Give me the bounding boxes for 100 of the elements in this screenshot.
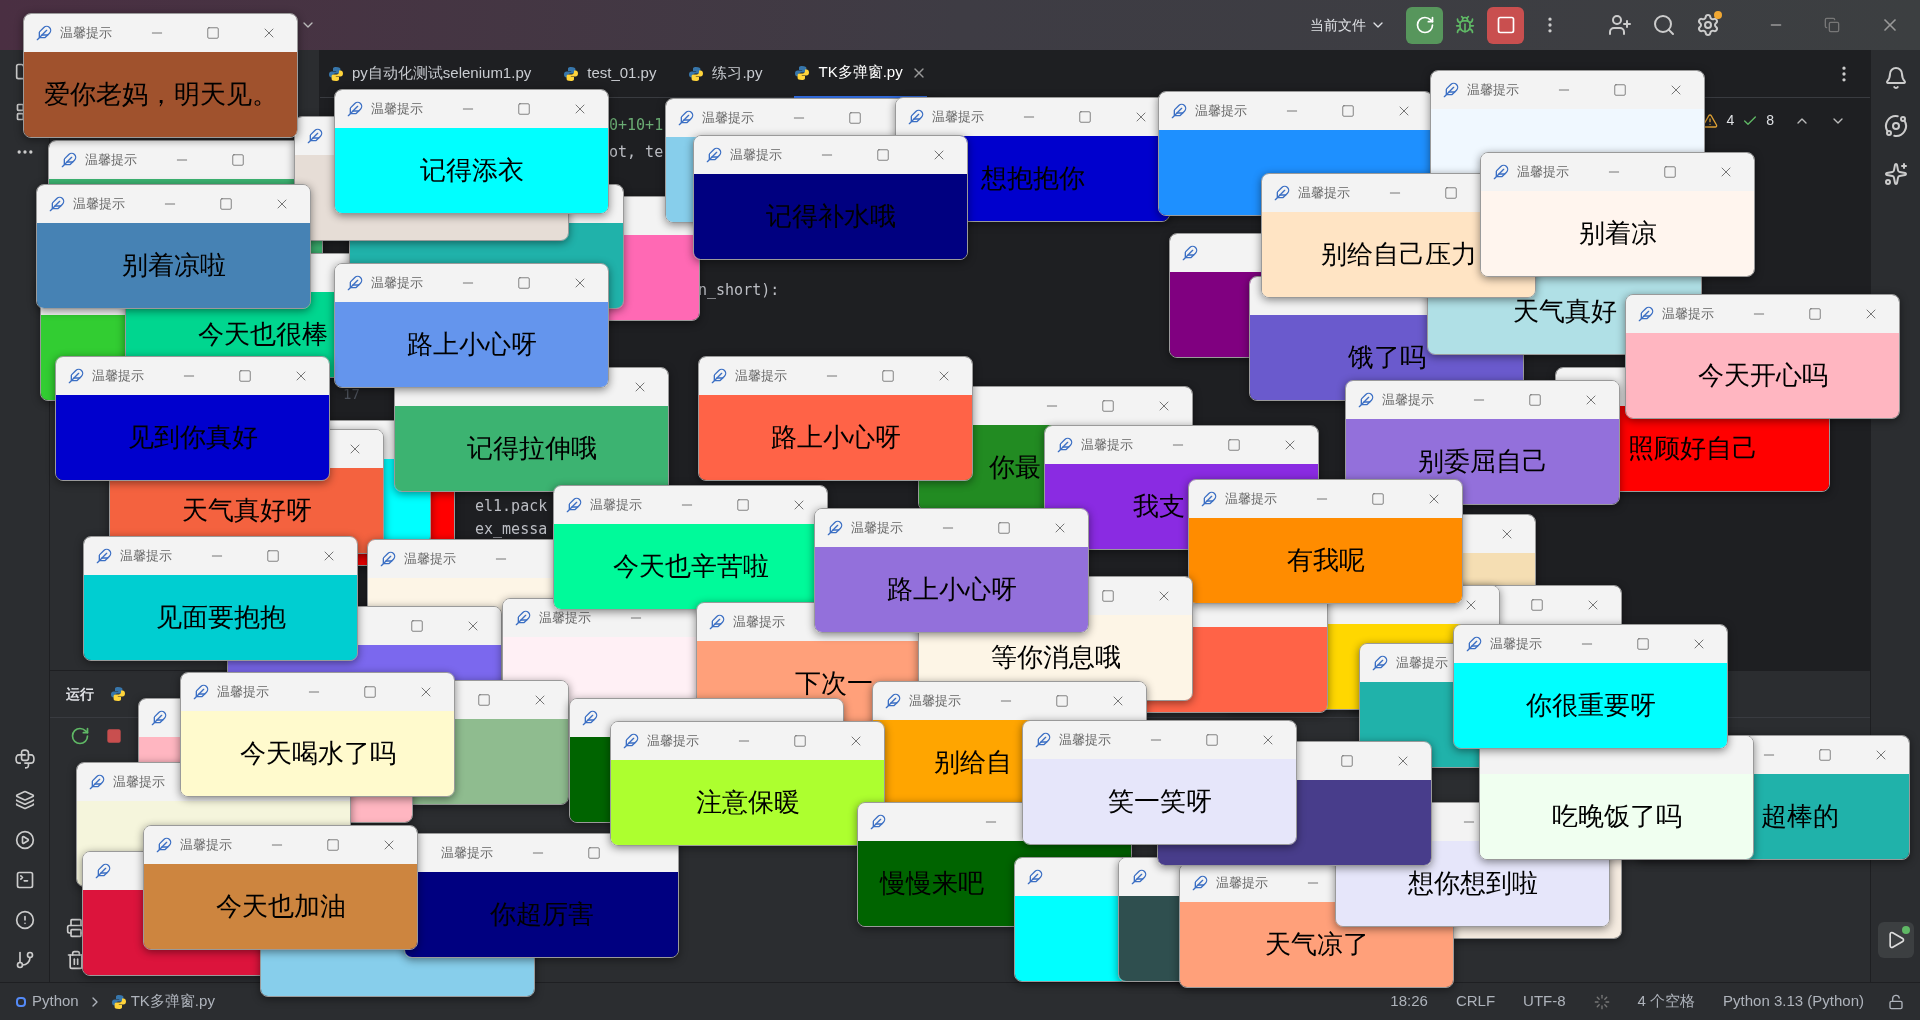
popup-message: 见到你真好 <box>127 422 258 454</box>
maximize-icon[interactable] <box>1340 754 1354 768</box>
add-user-icon[interactable] <box>1608 13 1632 37</box>
popup-message: 记得拉伸哦 <box>466 433 597 465</box>
feather-icon <box>1027 869 1043 885</box>
popup-message: 今天开心吗 <box>1697 360 1828 392</box>
warning-count: 4 <box>1726 111 1735 130</box>
breadcrumb-item[interactable]: Python <box>32 990 79 1013</box>
maximize-icon[interactable] <box>1444 186 1458 200</box>
run-panel-title: 运行 <box>66 684 94 704</box>
maximize-icon[interactable] <box>477 693 491 707</box>
restore-icon[interactable] <box>1824 17 1840 33</box>
layers-icon[interactable] <box>14 790 35 810</box>
feather-icon <box>1358 392 1374 408</box>
window-title: 温馨提示 <box>441 844 493 863</box>
warning-icon[interactable] <box>1702 112 1719 129</box>
status-item[interactable]: UTF-8 <box>1523 990 1566 1013</box>
popup-message: 想抱抱你 <box>980 163 1085 195</box>
run-button[interactable] <box>1406 6 1443 44</box>
maximize-icon[interactable] <box>1227 438 1241 452</box>
feather-icon <box>156 837 172 853</box>
maximize-icon[interactable] <box>876 148 890 162</box>
maximize-icon[interactable] <box>1078 110 1092 124</box>
editor-tab[interactable]: py自动化测试selenium1.py <box>328 49 532 98</box>
maximize-icon[interactable] <box>793 734 807 748</box>
popup-message: 别委屈自己 <box>1417 446 1548 478</box>
feather-icon <box>1131 869 1147 885</box>
maximize-icon[interactable] <box>1613 83 1627 97</box>
maximize-icon[interactable] <box>1528 393 1542 407</box>
code-fragment: ex_messa <box>475 519 548 540</box>
maximize-icon[interactable] <box>1371 492 1385 506</box>
maximize-icon[interactable] <box>326 838 340 852</box>
notifications-icon[interactable] <box>1883 66 1908 90</box>
window-title: 温馨提示 <box>1467 81 1519 100</box>
run-widget-button[interactable] <box>1877 922 1914 958</box>
maximize-icon[interactable] <box>1101 589 1115 603</box>
window-title: 温馨提示 <box>735 367 787 386</box>
maximize-icon[interactable] <box>266 549 280 563</box>
python-console-icon[interactable] <box>13 748 36 770</box>
popup-message: 记得添衣 <box>419 155 524 187</box>
rerun-icon[interactable] <box>70 726 90 746</box>
maximize-icon[interactable] <box>848 111 862 125</box>
editor-tab[interactable]: TK多弹窗.py <box>794 49 927 98</box>
git-branch-icon[interactable] <box>14 950 35 970</box>
maximize-icon[interactable] <box>1101 399 1115 413</box>
window-title: 温馨提示 <box>647 732 699 751</box>
run-icon[interactable] <box>14 830 35 850</box>
code-fragment: el1.pack <box>475 496 548 517</box>
popup-message: 下次一 <box>794 668 873 700</box>
maximize-icon[interactable] <box>1205 733 1219 747</box>
run-config-selector[interactable]: 当前文件 <box>1302 14 1394 36</box>
maximize-icon[interactable] <box>736 498 750 512</box>
maximize-icon[interactable] <box>517 102 531 116</box>
maximize-icon[interactable] <box>881 369 895 383</box>
problems-icon[interactable] <box>14 910 35 930</box>
feather-icon <box>709 614 725 630</box>
maximize-icon[interactable] <box>363 685 377 699</box>
breadcrumb-item[interactable]: TK多弹窗.py <box>130 990 215 1013</box>
maximize-icon[interactable] <box>587 846 601 860</box>
status-item[interactable]: Python 3.13 (Python) <box>1723 990 1864 1013</box>
maximize-icon[interactable] <box>231 153 245 167</box>
maximize-icon[interactable] <box>1636 637 1650 651</box>
popup-message: 你很重要呀 <box>1525 690 1656 722</box>
editor-tab[interactable]: test_01.py <box>563 49 657 98</box>
status-item[interactable]: CRLF <box>1455 990 1496 1013</box>
settings-icon[interactable] <box>1696 13 1720 37</box>
maximize-icon[interactable] <box>410 619 424 633</box>
swirl-icon[interactable] <box>1883 114 1908 138</box>
maximize-icon[interactable] <box>997 521 1011 535</box>
feather-icon <box>151 710 167 726</box>
popup-message: 记得补水哦 <box>765 201 896 233</box>
search-icon[interactable] <box>1652 13 1676 37</box>
unlock-icon[interactable] <box>1888 993 1904 1010</box>
window-title: 温馨提示 <box>1396 654 1448 673</box>
maximize-icon[interactable] <box>1341 104 1355 118</box>
feather-icon <box>1493 164 1509 180</box>
sparkle-icon[interactable] <box>1883 162 1908 186</box>
maximize-icon[interactable] <box>1530 598 1544 612</box>
maximize-icon[interactable] <box>1663 165 1677 179</box>
stop-button[interactable] <box>1487 6 1524 44</box>
status-item[interactable]: 4 个空格 <box>1637 990 1696 1013</box>
popup-message: 路上小心呀 <box>406 329 537 361</box>
maximize-icon[interactable] <box>219 197 233 211</box>
window-title: 温馨提示 <box>733 613 785 632</box>
popup-message: 你超厉害 <box>489 899 594 931</box>
terminal-icon[interactable] <box>14 870 35 890</box>
maximize-icon[interactable] <box>238 369 252 383</box>
feather-icon <box>68 368 84 384</box>
editor-tab[interactable]: 练习.py <box>688 49 763 98</box>
debug-icon[interactable] <box>1455 15 1475 35</box>
maximize-icon[interactable] <box>1808 307 1822 321</box>
status-item[interactable]: 18:26 <box>1390 990 1428 1013</box>
window-title: 温馨提示 <box>120 547 172 566</box>
popup-message: 今天也很棒 <box>197 319 328 351</box>
maximize-icon[interactable] <box>1818 748 1832 762</box>
maximize-icon[interactable] <box>517 276 531 290</box>
stop-icon[interactable] <box>106 728 122 744</box>
maximize-icon[interactable] <box>1055 694 1069 708</box>
maximize-icon[interactable] <box>206 26 220 40</box>
feather-icon <box>706 147 722 163</box>
